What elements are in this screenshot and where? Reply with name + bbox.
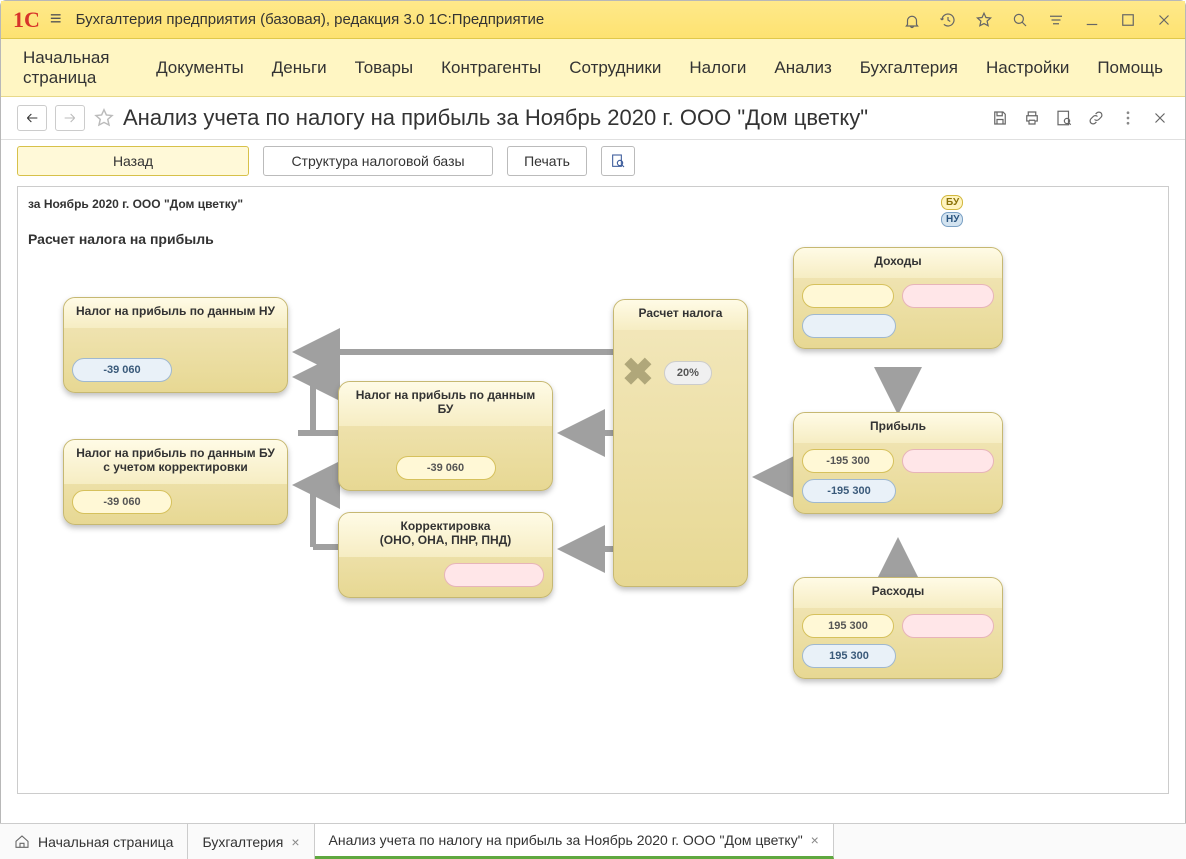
tab-accounting[interactable]: Бухгалтерия × — [188, 824, 314, 859]
favorite-icon[interactable] — [93, 107, 115, 129]
action-toolbar: Назад Структура налоговой базы Печать — [1, 140, 1185, 186]
block-income-pink — [902, 284, 994, 308]
search-icon[interactable] — [1011, 11, 1029, 29]
report-canvas: за Ноябрь 2020 г. ООО "Дом цветку" Расче… — [17, 186, 1169, 794]
block-profit-yellow: -195 300 — [802, 449, 894, 473]
print-button[interactable]: Печать — [507, 146, 587, 176]
bell-icon[interactable] — [903, 11, 921, 29]
close-icon[interactable] — [1155, 11, 1173, 29]
block-tax-bu-corr-title: Налог на прибыль по данным БУ с учетом к… — [64, 440, 287, 484]
block-profit-pink — [902, 449, 994, 473]
block-tax-nu-title: Налог на прибыль по данным НУ — [64, 298, 287, 328]
menu-settings[interactable]: Настройки — [986, 58, 1069, 78]
block-income[interactable]: Доходы — [793, 247, 1003, 349]
block-calc-rate: 20% — [664, 361, 712, 385]
block-expense-yellow: 195 300 — [802, 614, 894, 638]
star-icon[interactable] — [975, 11, 993, 29]
menu-documents[interactable]: Документы — [156, 58, 244, 78]
link-icon[interactable] — [1087, 109, 1105, 127]
statusbar: Начальная страница Бухгалтерия × Анализ … — [0, 823, 1186, 859]
menu-goods[interactable]: Товары — [355, 58, 413, 78]
diagram: Налог на прибыль по данным НУ -39 060 На… — [18, 187, 1168, 793]
preview-icon[interactable] — [1055, 109, 1073, 127]
maximize-icon[interactable] — [1119, 11, 1137, 29]
zoom-button[interactable] — [601, 146, 635, 176]
menu-accounting[interactable]: Бухгалтерия — [860, 58, 958, 78]
report-title: Анализ учета по налогу на прибыль за Ноя… — [123, 105, 983, 131]
menu-money[interactable]: Деньги — [272, 58, 327, 78]
tab-report-label: Анализ учета по налогу на прибыль за Ноя… — [329, 832, 803, 848]
menu-home[interactable]: Начальная страница — [23, 48, 128, 88]
settings-icon[interactable] — [1047, 11, 1065, 29]
main-menu: Начальная страница Документы Деньги Това… — [1, 39, 1185, 97]
tax-structure-button[interactable]: Структура налоговой базы — [263, 146, 493, 176]
titlebar: 1С ≡ Бухгалтерия предприятия (базовая), … — [1, 1, 1185, 39]
close-report-icon[interactable] — [1151, 109, 1169, 127]
tab-close-icon[interactable]: × — [811, 832, 819, 848]
block-income-yellow — [802, 284, 894, 308]
history-icon[interactable] — [939, 11, 957, 29]
block-profit[interactable]: Прибыль -195 300 -195 300 — [793, 412, 1003, 514]
logo-1c: 1С — [13, 7, 40, 33]
block-tax-bu-corr-value: -39 060 — [72, 490, 172, 514]
tab-accounting-label: Бухгалтерия — [202, 834, 283, 850]
block-expense-blue: 195 300 — [802, 644, 896, 668]
block-correction[interactable]: Корректировка (ОНО, ОНА, ПНР, ПНД) — [338, 512, 553, 598]
minimize-icon[interactable] — [1083, 11, 1101, 29]
report-header: Анализ учета по налогу на прибыль за Ноя… — [1, 97, 1185, 140]
save-icon[interactable] — [991, 109, 1009, 127]
tab-home[interactable]: Начальная страница — [0, 824, 188, 859]
home-icon — [14, 834, 30, 850]
block-calc-title: Расчет налога — [614, 300, 747, 330]
menu-employees[interactable]: Сотрудники — [569, 58, 661, 78]
app-title: Бухгалтерия предприятия (базовая), редак… — [76, 11, 903, 28]
block-expense[interactable]: Расходы 195 300 195 300 — [793, 577, 1003, 679]
block-correction-empty — [444, 563, 544, 587]
tab-close-icon[interactable]: × — [291, 834, 299, 850]
block-expense-pink — [902, 614, 994, 638]
block-calc[interactable]: Расчет налога ✖ 20% — [613, 299, 748, 587]
menu-icon[interactable]: ≡ — [50, 8, 62, 31]
block-correction-title: Корректировка (ОНО, ОНА, ПНР, ПНД) — [339, 513, 552, 557]
nav-forward-button — [55, 105, 85, 131]
block-profit-title: Прибыль — [794, 413, 1002, 443]
more-icon[interactable] — [1119, 109, 1137, 127]
menu-taxes[interactable]: Налоги — [689, 58, 746, 78]
block-tax-nu-value: -39 060 — [72, 358, 172, 382]
print-icon[interactable] — [1023, 109, 1041, 127]
block-income-blue — [802, 314, 896, 338]
multiply-icon: ✖ — [622, 358, 654, 388]
block-tax-bu-title: Налог на прибыль по данным БУ — [339, 382, 552, 426]
tab-home-label: Начальная страница — [38, 834, 173, 850]
menu-counterparties[interactable]: Контрагенты — [441, 58, 541, 78]
block-tax-bu[interactable]: Налог на прибыль по данным БУ -39 060 — [338, 381, 553, 491]
menu-help[interactable]: Помощь — [1097, 58, 1163, 78]
back-button[interactable]: Назад — [17, 146, 249, 176]
block-income-title: Доходы — [794, 248, 1002, 278]
block-tax-nu[interactable]: Налог на прибыль по данным НУ -39 060 — [63, 297, 288, 393]
block-profit-blue: -195 300 — [802, 479, 896, 503]
block-expense-title: Расходы — [794, 578, 1002, 608]
block-tax-bu-corr[interactable]: Налог на прибыль по данным БУ с учетом к… — [63, 439, 288, 525]
block-tax-bu-value: -39 060 — [396, 456, 496, 480]
menu-analysis[interactable]: Анализ — [774, 58, 831, 78]
tab-report[interactable]: Анализ учета по налогу на прибыль за Ноя… — [315, 824, 834, 859]
nav-back-button[interactable] — [17, 105, 47, 131]
